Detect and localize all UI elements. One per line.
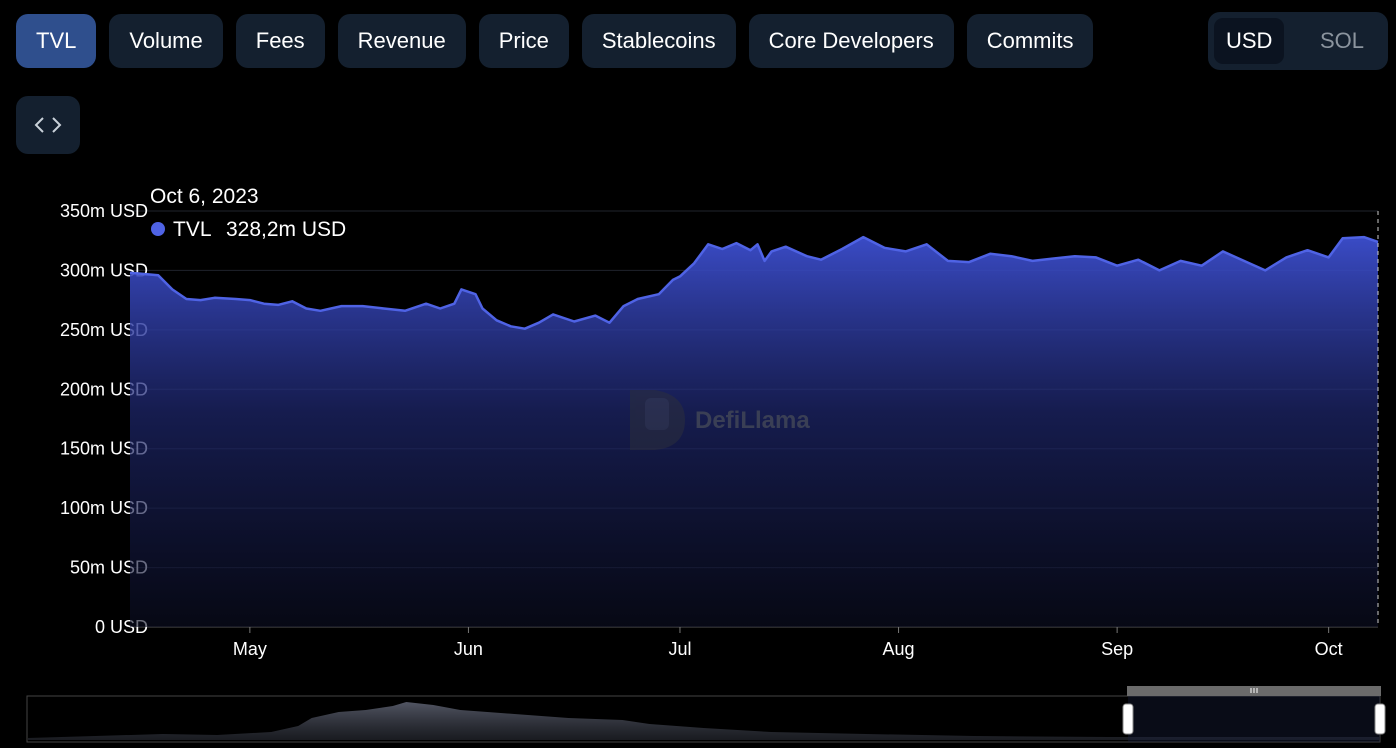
tooltip-value: 328,2m USD xyxy=(226,218,346,241)
navigator-right-handle[interactable] xyxy=(1374,703,1386,735)
navigator-left-handle[interactable] xyxy=(1122,703,1134,735)
tooltip-marker xyxy=(151,222,165,236)
x-axis: May Jun Jul Aug Sep Oct xyxy=(233,627,1343,659)
range-navigator xyxy=(26,686,1386,743)
y-tick-label: 350m USD xyxy=(60,201,148,221)
tooltip: Oct 6, 2023 TVL 328,2m USD xyxy=(150,185,346,241)
watermark-text: DefiLlama xyxy=(695,407,810,434)
x-tick-label: May xyxy=(233,639,267,659)
navigator-selection[interactable] xyxy=(1128,696,1380,742)
tooltip-date: Oct 6, 2023 xyxy=(150,185,259,208)
x-tick-label: Oct xyxy=(1315,639,1343,659)
x-tick-label: Aug xyxy=(883,639,915,659)
tvl-chart: 0 USD50m USD100m USD150m USD200m USD250m… xyxy=(26,185,1386,743)
x-tick-label: Jul xyxy=(668,639,691,659)
x-tick-label: Sep xyxy=(1101,639,1133,659)
x-tick-label: Jun xyxy=(454,639,483,659)
tooltip-series: TVL xyxy=(173,218,212,241)
